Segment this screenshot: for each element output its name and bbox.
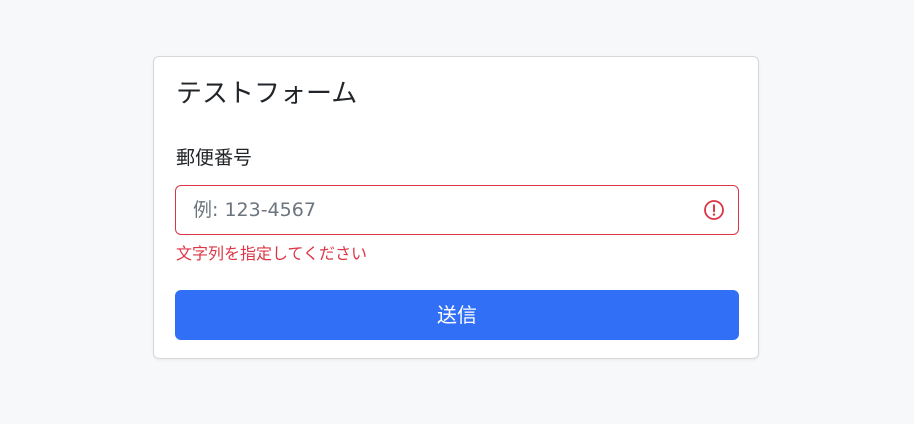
form-card: テストフォーム 郵便番号 文字列を指定してください 送信 (153, 56, 759, 359)
postal-code-input-wrapper (175, 185, 739, 235)
form-title: テストフォーム (176, 79, 358, 109)
submit-button[interactable]: 送信 (175, 290, 739, 340)
postal-code-input[interactable] (176, 186, 738, 234)
exclamation-circle-icon (704, 200, 724, 220)
postal-code-error-message: 文字列を指定してください (176, 244, 368, 263)
postal-code-label: 郵便番号 (176, 147, 253, 169)
